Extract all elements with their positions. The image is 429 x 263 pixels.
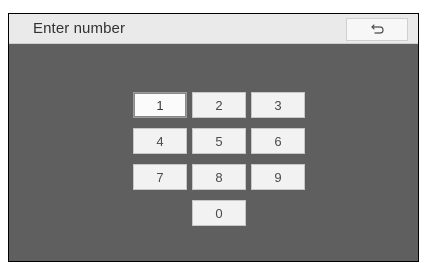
app-frame: Enter number 1 2 3 4 5 6 7 8 9 0 [8, 13, 419, 262]
undo-arrow-icon [369, 23, 385, 36]
page-title: Enter number [33, 20, 126, 37]
key-1[interactable]: 1 [133, 92, 187, 118]
key-0[interactable]: 0 [192, 200, 246, 226]
number-keypad: 1 2 3 4 5 6 7 8 9 0 [133, 92, 305, 226]
key-4[interactable]: 4 [133, 128, 187, 154]
key-3[interactable]: 3 [251, 92, 305, 118]
key-6[interactable]: 6 [251, 128, 305, 154]
back-button[interactable] [346, 18, 408, 41]
key-5[interactable]: 5 [192, 128, 246, 154]
key-7[interactable]: 7 [133, 164, 187, 190]
key-2[interactable]: 2 [192, 92, 246, 118]
top-bar: Enter number [9, 14, 418, 44]
key-9[interactable]: 9 [251, 164, 305, 190]
key-8[interactable]: 8 [192, 164, 246, 190]
